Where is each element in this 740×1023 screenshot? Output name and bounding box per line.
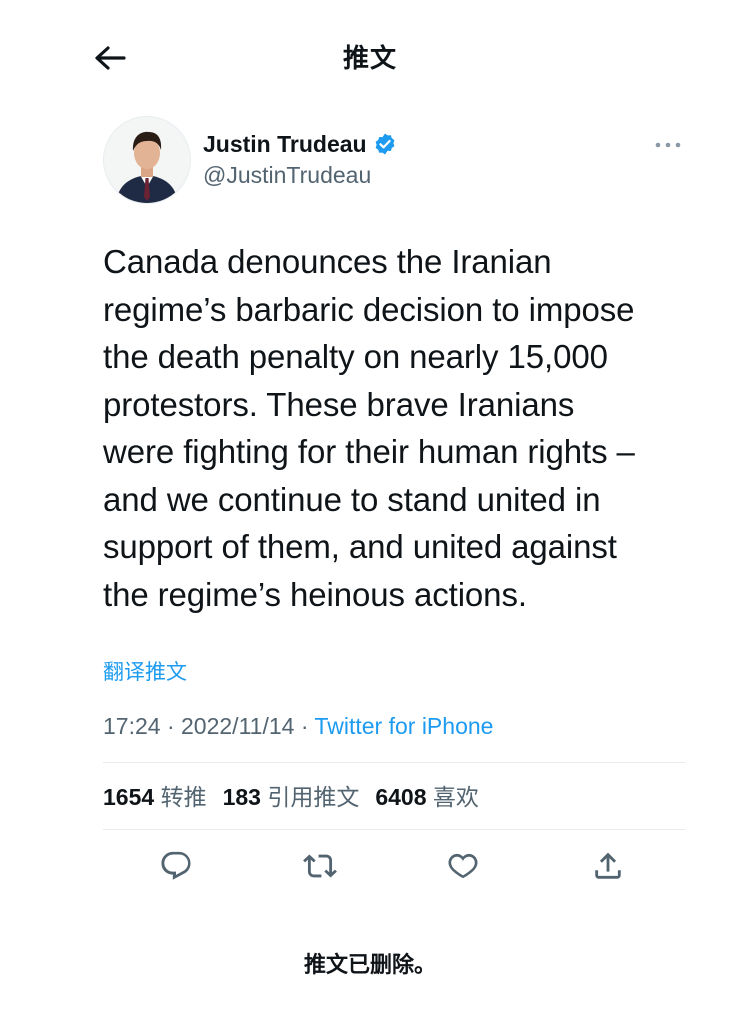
verified-badge-icon [375, 133, 394, 155]
share-button[interactable] [588, 846, 628, 886]
retweet-icon [303, 854, 337, 878]
tweet-time[interactable]: 17:24 [103, 713, 161, 739]
like-button[interactable] [443, 846, 483, 886]
like-count-label: 喜欢 [432, 784, 479, 810]
author-name-row[interactable]: Justin Trudeau [203, 128, 397, 160]
meta-separator: · [166, 713, 175, 739]
translate-tweet-link[interactable]: 翻译推文 [103, 658, 187, 688]
reply-button[interactable] [156, 846, 196, 886]
reply-icon [161, 851, 191, 880]
quote-count-label: 引用推文 [267, 784, 360, 810]
tweet-meta: 17:24 · 2022/11/14 · Twitter for iPhone [103, 710, 493, 742]
like-count-value: 6408 [375, 784, 427, 810]
divider [103, 829, 685, 830]
heart-icon [448, 853, 478, 879]
avatar[interactable] [103, 116, 191, 204]
tweet-stats: 1654 转推 183 引用推文 6408 喜欢 [103, 781, 479, 813]
author-handle[interactable]: @JustinTrudeau [203, 160, 371, 190]
page-title: 推文 [342, 43, 397, 73]
tweet-text: Canada denounces the Iranian regime’s ba… [103, 243, 635, 613]
tweet-deleted-notice: 推文已删除。 [303, 952, 436, 977]
retweet-count-label: 转推 [160, 784, 207, 810]
retweet-count[interactable]: 1654 转推 [103, 781, 207, 813]
more-dots-icon [655, 142, 681, 148]
meta-separator: · [300, 713, 309, 739]
like-count[interactable]: 6408 喜欢 [375, 781, 479, 813]
tweet-source-link[interactable]: Twitter for iPhone [314, 713, 493, 739]
quote-count[interactable]: 183 引用推文 [223, 781, 360, 813]
tweet-date[interactable]: 2022/11/14 [181, 713, 294, 739]
more-button[interactable] [650, 134, 686, 156]
quote-count-value: 183 [222, 784, 261, 810]
divider [103, 762, 685, 763]
retweet-count-value: 1654 [103, 784, 155, 810]
profile-photo-icon [104, 117, 190, 203]
author-name: Justin Trudeau [203, 130, 367, 157]
share-icon [595, 852, 621, 879]
retweet-button[interactable] [300, 846, 340, 886]
